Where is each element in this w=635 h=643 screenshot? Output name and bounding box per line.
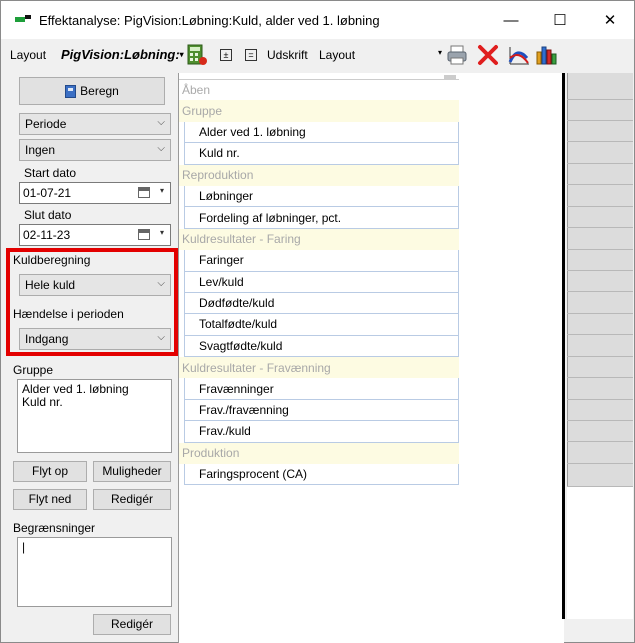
- list-item[interactable]: Kuld nr.: [22, 396, 171, 409]
- layout-name-text: PigVision:Løbning:: [61, 47, 180, 62]
- red-highlight-box: [6, 248, 178, 356]
- tree-item[interactable]: Alder ved 1. løbning: [184, 121, 459, 144]
- udskrift-label: Udskrift: [267, 48, 308, 62]
- app-icon: [15, 15, 31, 23]
- calculator-icon[interactable]: [186, 44, 208, 66]
- grid-row-line: [567, 184, 633, 185]
- tree-item[interactable]: Faringer: [184, 250, 459, 272]
- tree-item[interactable]: Frav./kuld: [184, 421, 459, 443]
- window-title: Effektanalyse: PigVision:Løbning:Kuld, a…: [39, 13, 380, 28]
- grid-row-line: [567, 334, 633, 335]
- rediger-button[interactable]: Redigér: [93, 489, 171, 510]
- dropdown-arrow-icon: ▾: [159, 186, 164, 195]
- tree-item[interactable]: Lev/kuld: [184, 271, 459, 293]
- print-layout-select[interactable]: Layout ▾: [319, 48, 444, 62]
- left-panel: Beregn Periode ⌵ Ingen ⌵ Start dato 01-0…: [6, 73, 178, 641]
- begraensninger-textbox[interactable]: |: [17, 537, 172, 607]
- field-tree-pane: Åben Gruppe Alder ved 1. løbning Kuld nr…: [178, 73, 565, 643]
- printer-icon[interactable]: [446, 44, 468, 66]
- grid-row-line: [567, 163, 633, 164]
- grid-row-line: [567, 356, 633, 357]
- ingen-select[interactable]: Ingen ⌵: [19, 139, 171, 161]
- tree-item[interactable]: Løbninger: [184, 185, 459, 208]
- grid-row-line: [567, 399, 633, 400]
- tree-item[interactable]: Kuld nr.: [184, 143, 459, 165]
- grid-row-line: [567, 291, 633, 292]
- results-grid: [567, 73, 633, 487]
- grid-row-line: [567, 420, 633, 421]
- grid-border: [567, 73, 568, 487]
- chevron-down-icon: ⌵: [157, 143, 165, 154]
- beregn-label: Beregn: [80, 84, 119, 98]
- close-button[interactable]: ✕: [587, 1, 633, 39]
- tree-item[interactable]: Fordeling af løbninger, pct.: [184, 207, 459, 229]
- tree-group-reproduktion[interactable]: Reproduktion: [179, 164, 459, 186]
- minimize-button[interactable]: —: [488, 1, 534, 39]
- tree-group-kuldresultater-fravaenning[interactable]: Kuldresultater - Fravænning: [179, 357, 459, 379]
- start-dato-input[interactable]: 01-07-21 ▾: [19, 182, 171, 204]
- gruppe-label: Gruppe: [13, 363, 54, 377]
- grid-row-line: [567, 463, 633, 464]
- start-dato-label: Start dato: [24, 166, 77, 180]
- begraensninger-label: Begrænsninger: [13, 521, 96, 535]
- tree-item[interactable]: Dødfødte/kuld: [184, 292, 459, 315]
- expand-collapse-icon[interactable]: ±: [220, 49, 232, 61]
- periode-select[interactable]: Periode ⌵: [19, 113, 171, 135]
- red-x-delete-icon[interactable]: [477, 44, 499, 66]
- calendar-icon[interactable]: [138, 187, 150, 198]
- grid-row-line: [567, 313, 633, 314]
- flyt-ned-button[interactable]: Flyt ned: [13, 489, 87, 510]
- grid-row-line: [567, 206, 633, 207]
- grid-row-line: [567, 249, 633, 250]
- ingen-value: Ingen: [25, 143, 56, 157]
- print-layout-value: Layout: [319, 48, 356, 62]
- tree-item[interactable]: Totalfødte/kuld: [184, 314, 459, 336]
- panel-splitter[interactable]: [562, 73, 565, 619]
- rediger-restrictions-button[interactable]: Redigér: [93, 614, 171, 635]
- effektanalyse-window: Effektanalyse: PigVision:Løbning:Kuld, a…: [0, 0, 635, 643]
- tree-item[interactable]: Fravænninger: [184, 378, 459, 400]
- layout-name-dropdown[interactable]: PigVision:Løbning:▾: [61, 47, 184, 62]
- tree-top-item[interactable]: Åben: [179, 79, 459, 100]
- toolbar: Layout PigVision:Løbning:▾ ± = Udskrift …: [1, 39, 634, 71]
- flyt-op-button[interactable]: Flyt op: [13, 461, 87, 482]
- start-dato-value: 01-07-21: [23, 186, 72, 200]
- grid-row-line: [567, 441, 633, 442]
- dropdown-arrow-icon: ▾: [437, 48, 442, 57]
- grid-row-line: [567, 227, 633, 228]
- maximize-button[interactable]: ☐: [537, 1, 583, 39]
- grid-row-line: [567, 99, 633, 100]
- periode-value: Periode: [25, 117, 67, 131]
- grid-row-line: [567, 141, 633, 142]
- chevron-down-icon: ⌵: [157, 117, 165, 128]
- calendar-icon[interactable]: [138, 229, 150, 240]
- grid-row-line: [567, 120, 633, 121]
- tree-group-kuldresultater-faring[interactable]: Kuldresultater - Faring: [179, 228, 459, 251]
- calculator-icon: [65, 84, 77, 98]
- slut-dato-value: 02-11-23: [23, 228, 71, 242]
- results-blank-area: [567, 487, 633, 619]
- tree-group-produktion[interactable]: Produktion: [179, 442, 459, 465]
- tree-item[interactable]: Frav./fravænning: [184, 399, 459, 422]
- tree-item[interactable]: Faringsprocent (CA): [184, 464, 459, 486]
- grid-row-line: [567, 377, 633, 378]
- tree-group-gruppe[interactable]: Gruppe: [179, 100, 459, 122]
- dropdown-arrow-icon: ▾: [159, 228, 164, 237]
- equals-icon[interactable]: =: [245, 49, 257, 61]
- title-bar: Effektanalyse: PigVision:Løbning:Kuld, a…: [1, 1, 634, 39]
- dropdown-arrow-icon: ▾: [179, 50, 184, 59]
- slut-dato-label: Slut dato: [24, 208, 72, 222]
- layout-label: Layout: [10, 48, 47, 62]
- curve-chart-icon[interactable]: [507, 44, 531, 66]
- text-cursor: |: [22, 540, 26, 554]
- field-tree: Åben Gruppe Alder ved 1. løbning Kuld nr…: [179, 79, 459, 486]
- beregn-button[interactable]: Beregn: [19, 77, 165, 105]
- muligheder-button[interactable]: Muligheder: [93, 461, 171, 482]
- slut-dato-input[interactable]: 02-11-23 ▾: [19, 224, 171, 246]
- tree-item[interactable]: Svagtfødte/kuld: [184, 335, 459, 358]
- grid-row-line: [567, 270, 633, 271]
- gruppe-listbox[interactable]: Alder ved 1. løbning Kuld nr.: [17, 379, 172, 453]
- bar-chart-icon[interactable]: [535, 44, 557, 66]
